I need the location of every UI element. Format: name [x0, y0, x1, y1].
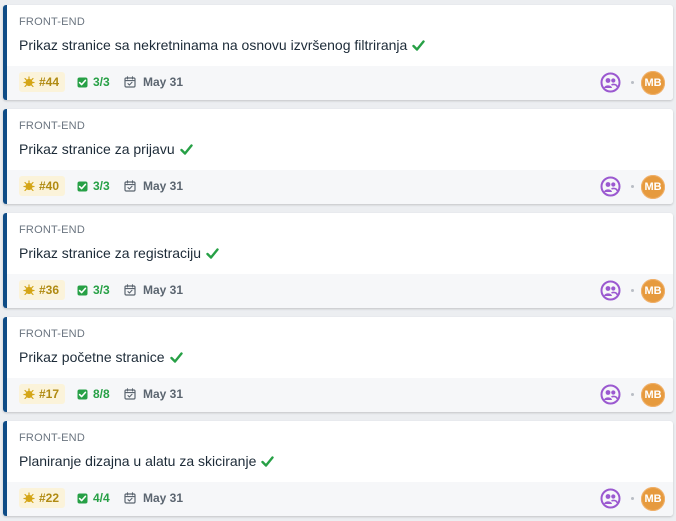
issue-badge[interactable]: #36	[19, 280, 66, 300]
people-icon[interactable]	[600, 72, 621, 93]
separator-dot	[631, 497, 634, 500]
issue-badge[interactable]: #44	[19, 72, 66, 92]
checklist-count: 3/3	[93, 75, 110, 89]
people-icon[interactable]	[600, 488, 621, 509]
separator-dot	[631, 289, 634, 292]
due-date[interactable]: May 31	[124, 386, 183, 402]
due-date-label: May 31	[143, 283, 184, 297]
checklist-count: 4/4	[93, 491, 110, 505]
due-date[interactable]: May 31	[124, 490, 183, 506]
card-title[interactable]: Prikaz početne stranice	[19, 349, 165, 365]
card-title[interactable]: Prikaz stranice za prijavu	[19, 141, 175, 157]
due-date-label: May 31	[143, 387, 184, 401]
task-card[interactable]: FRONT-END Prikaz stranice sa nekretninam…	[3, 5, 673, 100]
checkmark-icon	[412, 39, 425, 51]
due-date-label: May 31	[143, 75, 184, 89]
issue-number: #44	[39, 75, 60, 89]
calendar-icon	[124, 492, 136, 504]
bug-icon	[23, 76, 35, 88]
card-footer: #36 3/3 May 31 MB	[7, 274, 673, 308]
checkbox-checked-icon	[77, 493, 88, 503]
avatar[interactable]: MB	[641, 175, 665, 199]
avatar[interactable]: MB	[641, 71, 665, 95]
card-category: FRONT-END	[19, 432, 85, 444]
issue-number: #17	[39, 387, 60, 401]
checkmark-icon	[179, 143, 193, 155]
card-category: FRONT-END	[19, 16, 85, 28]
issue-number: #22	[39, 491, 60, 505]
card-title[interactable]: Planiranje dizajna u alatu za skiciranje	[19, 453, 256, 469]
card-title-row[interactable]: Prikaz stranice za registraciju	[19, 245, 219, 261]
separator-dot	[631, 185, 634, 188]
card-category: FRONT-END	[19, 224, 85, 236]
due-date[interactable]: May 31	[124, 282, 183, 298]
separator-dot	[631, 81, 634, 84]
calendar-icon	[124, 284, 136, 296]
people-icon[interactable]	[600, 384, 621, 405]
issue-badge[interactable]: #17	[19, 384, 66, 404]
due-date-label: May 31	[143, 179, 184, 193]
card-title-row[interactable]: Prikaz stranice sa nekretninama na osnov…	[19, 37, 425, 53]
checklist-count: 3/3	[93, 283, 110, 297]
task-card[interactable]: FRONT-END Planiranje dizajna u alatu za …	[3, 421, 673, 516]
checklist-status[interactable]: 8/8	[77, 386, 110, 402]
card-category: FRONT-END	[19, 120, 85, 132]
bug-icon	[23, 388, 35, 400]
due-date[interactable]: May 31	[124, 178, 183, 194]
task-card[interactable]: FRONT-END Prikaz početne stranice #17 8/…	[3, 317, 673, 412]
avatar[interactable]: MB	[641, 279, 665, 303]
checkbox-checked-icon	[77, 181, 88, 191]
calendar-icon	[124, 180, 136, 192]
separator-dot	[631, 393, 634, 396]
checklist-status[interactable]: 3/3	[77, 282, 110, 298]
checkbox-checked-icon	[77, 389, 88, 399]
bug-icon	[23, 492, 35, 504]
avatar[interactable]: MB	[641, 383, 665, 407]
checklist-status[interactable]: 3/3	[77, 74, 110, 90]
calendar-icon	[124, 76, 136, 88]
checklist-count: 8/8	[93, 387, 110, 401]
bug-icon	[23, 180, 35, 192]
avatar[interactable]: MB	[641, 487, 665, 511]
people-icon[interactable]	[600, 176, 621, 197]
task-card[interactable]: FRONT-END Prikaz stranice za prijavu #40…	[3, 109, 673, 204]
card-title-row[interactable]: Planiranje dizajna u alatu za skiciranje	[19, 453, 275, 469]
issue-badge[interactable]: #22	[19, 488, 66, 508]
checklist-count: 3/3	[93, 179, 110, 193]
calendar-icon	[124, 388, 136, 400]
card-footer: #22 4/4 May 31 MB	[7, 482, 673, 516]
issue-number: #36	[39, 283, 60, 297]
card-title-row[interactable]: Prikaz stranice za prijavu	[19, 141, 193, 157]
due-date[interactable]: May 31	[124, 74, 183, 90]
issue-badge[interactable]: #40	[19, 176, 66, 196]
checkmark-icon	[169, 351, 183, 363]
card-title[interactable]: Prikaz stranice sa nekretninama na osnov…	[19, 37, 407, 53]
card-footer: #44 3/3 May 31 MB	[7, 66, 673, 100]
bug-icon	[23, 284, 35, 296]
card-footer: #17 8/8 May 31 MB	[7, 378, 673, 412]
checkbox-checked-icon	[77, 77, 88, 87]
checkmark-icon	[261, 455, 275, 467]
checklist-status[interactable]: 3/3	[77, 178, 110, 194]
card-title-row[interactable]: Prikaz početne stranice	[19, 349, 183, 365]
card-title[interactable]: Prikaz stranice za registraciju	[19, 245, 201, 261]
due-date-label: May 31	[143, 491, 184, 505]
card-footer: #40 3/3 May 31 MB	[7, 170, 673, 204]
checkmark-icon	[206, 247, 219, 259]
issue-number: #40	[39, 179, 60, 193]
task-card[interactable]: FRONT-END Prikaz stranice za registracij…	[3, 213, 673, 308]
card-category: FRONT-END	[19, 328, 85, 340]
people-icon[interactable]	[600, 280, 621, 301]
checklist-status[interactable]: 4/4	[77, 490, 110, 506]
checkbox-checked-icon	[77, 285, 88, 295]
